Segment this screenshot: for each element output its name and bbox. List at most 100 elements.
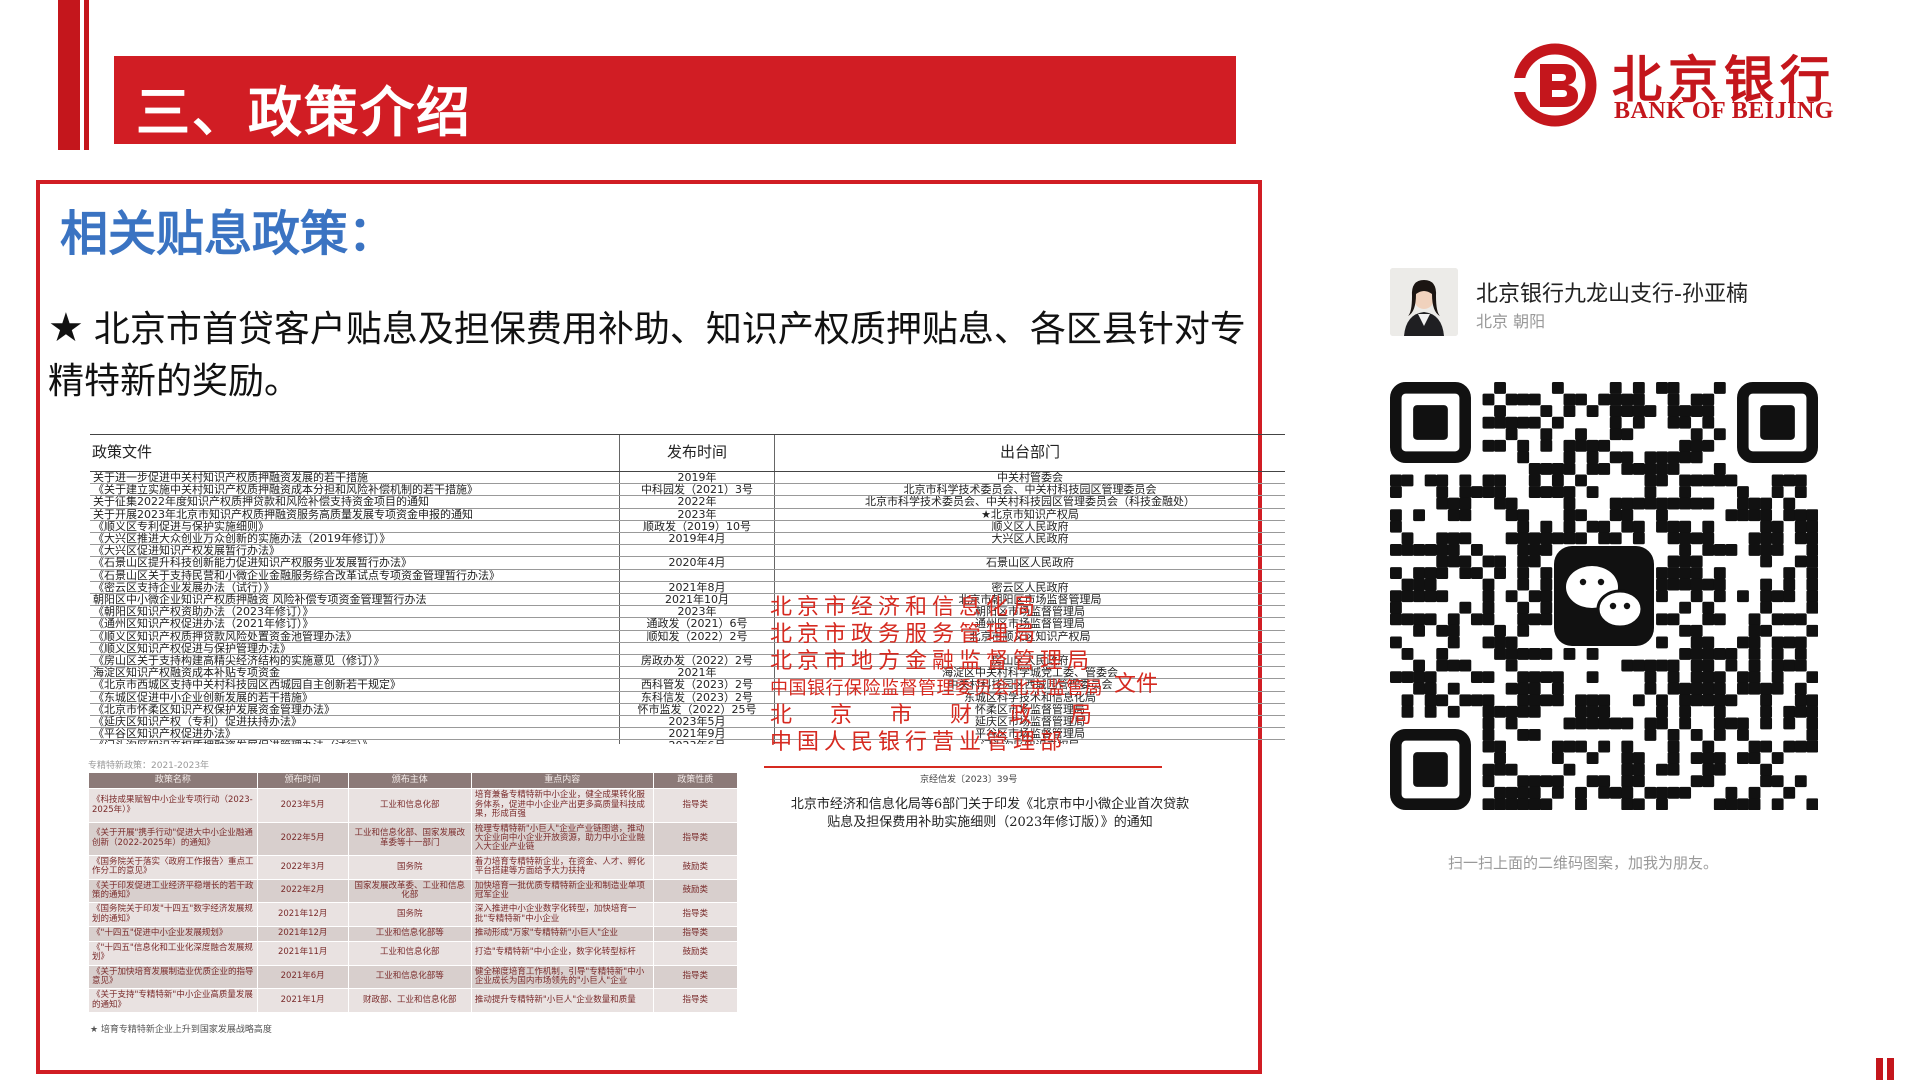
wechat-icon <box>1554 546 1654 646</box>
bullet-paragraph: ★ 北京市首贷客户贴息及担保费用补助、知识产权质押贴息、各区县针对专精特新的奖励。 <box>48 302 1258 408</box>
zj-cell: 2021年12月 <box>256 902 349 928</box>
policy-dept-cell: 石景山区人民政府 <box>774 556 1285 570</box>
doc-red-rule <box>764 766 1162 768</box>
doc-issuer: 北京市经济和信息化局 <box>770 595 1041 620</box>
contact-location: 北京 朝阳 <box>1476 312 1546 331</box>
policy-file-cell: 《北京市怀柔区知识产权保护发展资金管理办法》 <box>90 703 620 717</box>
zj-cell: 指导类 <box>652 926 738 942</box>
policy-date-cell <box>619 544 775 558</box>
policy-file-cell: 《东城区促进中小企业创新发展的若干措施》 <box>90 691 620 704</box>
policy-file-cell: 《朝阳区知识产权资助办法（2023年修订）》 <box>90 605 620 619</box>
doc-issuer: 中国人民银行营业管理部 <box>770 730 1068 755</box>
zj-policy-table: 政策名称 颁布时间 颁布主体 重点内容 政策性质 《科技成果赋智中小企业专项行动… <box>88 772 738 1020</box>
zj-cell: 《"十四五"促进中小企业发展规划》 <box>88 926 258 942</box>
zj-cell: 指导类 <box>652 902 738 928</box>
table-row: 《大兴区促进知识产权发展暂行办法》 <box>90 544 1285 558</box>
policy-dept-cell: 顺义区人民政府 <box>774 520 1285 534</box>
zj-cell: 《国务院关于印发"十四五"数字经济发展规划的通知》 <box>88 902 258 928</box>
policy-dept-cell <box>774 544 1285 558</box>
zj-cell: 2021年6月 <box>256 964 349 990</box>
policy-date-cell <box>619 569 775 582</box>
policy-file-cell: 《顺义区知识产权促进与保护管理办法》 <box>90 642 620 656</box>
policy-file-cell: 《平谷区知识产权促进办法》 <box>90 727 620 741</box>
zj-header: 颁布时间 <box>256 772 349 790</box>
zj-header: 重点内容 <box>470 772 654 790</box>
zj-header: 颁布主体 <box>347 772 472 790</box>
bank-logo: 北京银行 BANK OF BEIJING <box>1510 40 1880 130</box>
zj-cell: 指导类 <box>652 964 738 990</box>
zj-cell: 2021年12月 <box>256 926 349 942</box>
bank-logo-icon <box>1510 43 1597 127</box>
policy-date-cell: 2023年 <box>619 605 775 619</box>
zj-header: 政策性质 <box>652 772 738 790</box>
zj-cell: 深入推进中小企业数字化转型，加快培育一批"专精特新"中小企业 <box>470 902 654 928</box>
zj-cell: 《关于加快培育发展制造业优质企业的指导意见》 <box>88 964 258 990</box>
policy-file-cell: 《大兴区促进知识产权发展暂行办法》 <box>90 544 620 558</box>
table-row: 《关于支持"专精特新"中小企业高质量发展的通知》 2021年1月 财政部、工业和信息… <box>88 988 738 1014</box>
table-row: 关于进一步促进中关村知识产权质押融资发展的若干措施 2019年 中关村管委会 <box>90 471 1285 485</box>
policy-date-cell: 2023年5月 <box>619 715 775 729</box>
zj-cell: 《关于开展"携手行动"促进大中小企业融通创新（2022-2025年）的通知》 <box>88 821 258 856</box>
policy-date-cell: 通政发（2021）6号 <box>619 617 775 631</box>
table-row: 《关于印发促进工业经济平稳增长的若干政策的通知》 2022年2月 国家发展改革委、工… <box>88 878 738 904</box>
bank-name-en: BANK OF BEIJING <box>1614 98 1834 124</box>
zj-cell: 鼓励类 <box>652 878 738 904</box>
policy-dept-cell: 大兴区人民政府 <box>774 532 1285 546</box>
wechat-qr-code[interactable] <box>1390 382 1818 810</box>
doc-issuer: 北京市财政局 <box>770 703 1131 728</box>
policy-dept-cell: ★北京市知识产权局 <box>774 508 1285 521</box>
policy-file-cell: 《顺义区专利促进与保护实施细则》 <box>90 520 620 534</box>
policy-date-cell: 怀市监发（2022）25号 <box>619 703 775 717</box>
zj-cell: 鼓励类 <box>652 854 738 880</box>
table-row: 《石景山区关于支持民营和小微企业金融服务综合改革试点专项资金管理暂行办法》 <box>90 569 1285 582</box>
zj-cell: 《科技成果赋智中小企业专项行动（2023-2025年）》 <box>88 788 258 823</box>
avatar <box>1390 268 1458 336</box>
section-subtitle: 相关贴息政策： <box>60 206 397 262</box>
policy-header-file: 政策文件 <box>90 434 620 472</box>
zj-cell: 加快培育一批优质专精特新企业和制造业单项冠军企业 <box>470 878 654 904</box>
policy-header-dept: 出台部门 <box>774 434 1285 472</box>
policy-date-cell: 西科管发（2023）2号 <box>619 678 775 692</box>
policy-file-cell: 《顺义区知识产权质押贷款风险处置资金池管理办法》 <box>90 630 620 643</box>
policy-file-cell: 《石景山区提升科技创新能力促进知识产权服务业发展暂行办法》 <box>90 556 620 570</box>
policy-dept-cell <box>774 569 1285 582</box>
qr-finder-pattern <box>1737 382 1818 463</box>
policy-date-cell: 2019年4月 <box>619 532 775 546</box>
table-row: 《"十四五"信息化和工业化深度融合发展规划》 2021年11月 工业和信息化部 打造"… <box>88 940 738 966</box>
zj-cell: 2021年1月 <box>256 988 349 1014</box>
zj-cell: 2023年5月 <box>256 788 349 823</box>
policy-file-cell: 朝阳区中小微企业知识产权质押融资 风险补偿专项资金管理暂行办法 <box>90 593 620 607</box>
policy-date-cell: 2022年 <box>619 495 775 509</box>
zj-cell: 国务院 <box>347 902 472 928</box>
zj-cell: 2022年5月 <box>256 821 349 856</box>
table-row: 《科技成果赋智中小企业专项行动（2023-2025年）》 2023年5月 工业和信息… <box>88 788 738 823</box>
zj-header: 政策名称 <box>88 772 258 790</box>
zj-cell: 培育兼备专精特新中小企业，健全成果转化服务体系，促进中小企业产出更多高质量科技成… <box>470 788 654 823</box>
policy-date-cell: 2021年10月 <box>619 593 775 607</box>
policy-header-date: 发布时间 <box>619 434 775 472</box>
policy-file-cell: 《大兴区推进大众创业万众创新的实施办法（2019年修订）》 <box>90 532 620 546</box>
zj-cell: 《国务院关于落实〈政府工作报告〉重点工作分工的意见》 <box>88 854 258 880</box>
table-row: 《石景山区提升科技创新能力促进知识产权服务业发展暂行办法》 2020年4月 石景山区… <box>90 556 1285 570</box>
qr-caption: 扫一扫上面的二维码图案，加我为朋友。 <box>1448 854 1719 872</box>
bottom-accent-bars <box>1876 1058 1898 1084</box>
page-title: 三、政策介绍 <box>136 81 472 144</box>
policy-date-cell: 房政办发（2022）2号 <box>619 654 775 668</box>
table-row: 《关于开展"携手行动"促进大中小企业融通创新（2022-2025年）的通知》 20… <box>88 821 738 856</box>
zj-cell: 推动形成"万家"专精特新"小巨人"企业 <box>470 926 654 942</box>
zj-cell: 《"十四五"信息化和工业化深度融合发展规划》 <box>88 940 258 966</box>
zj-cell: 工业和信息化部等 <box>347 964 472 990</box>
policy-date-cell: 2020年4月 <box>619 556 775 570</box>
policy-file-cell: 《房山区关于支持构建高精尖经济结构的实施意见（修订）》 <box>90 654 620 668</box>
table-row: 《关于建立实施中关村知识产权质押融资成本分担和风险补偿机制的若干措施》 中科园发（… <box>90 483 1285 497</box>
zj-cell: 指导类 <box>652 788 738 823</box>
doc-number: 京经信发〔2023〕39号 <box>920 775 1018 785</box>
table-row: 《顺义区专利促进与保护实施细则》 顺政发（2019）10号 顺义区人民政府 <box>90 520 1285 534</box>
star-icon: ★ <box>48 305 84 351</box>
zj-cell: 推动提升专精特新"小巨人"企业数量和质量 <box>470 988 654 1014</box>
policy-date-cell: 2023年6月 <box>619 739 775 744</box>
contact-name: 北京银行九龙山支行-孙亚楠 <box>1476 282 1748 307</box>
table-row: 《国务院关于落实〈政府工作报告〉重点工作分工的意见》 2022年3月 国务院 着力培育… <box>88 854 738 880</box>
policy-date-cell: 2023年 <box>619 508 775 521</box>
doc-wenjian-label: 文件 <box>1114 672 1159 697</box>
